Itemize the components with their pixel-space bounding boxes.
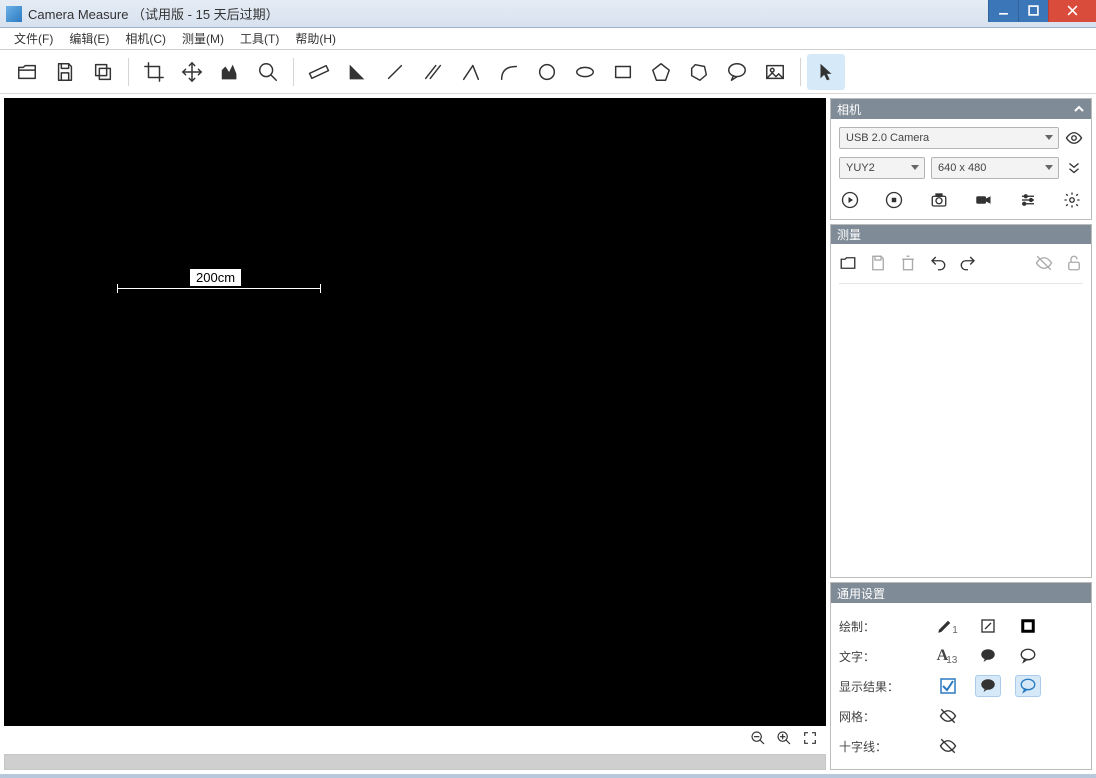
general-panel-header[interactable]: 通用设置 bbox=[831, 583, 1091, 603]
snapshot-button[interactable] bbox=[928, 189, 950, 211]
measure-panel: 测量 bbox=[830, 224, 1092, 578]
window-footer bbox=[0, 774, 1096, 778]
text-bubble-fill-button[interactable] bbox=[975, 645, 1001, 667]
copy-button[interactable] bbox=[84, 54, 122, 90]
polygon-button[interactable] bbox=[680, 54, 718, 90]
menu-help[interactable]: 帮助(H) bbox=[287, 28, 344, 49]
camera-panel: 相机 USB 2.0 Camera YUY2 640 x 480 bbox=[830, 98, 1092, 220]
record-button[interactable] bbox=[972, 189, 994, 211]
sidebar: 相机 USB 2.0 Camera YUY2 640 x 480 bbox=[830, 98, 1092, 770]
window-controls bbox=[988, 0, 1096, 22]
result-bubble-fill-button[interactable] bbox=[975, 675, 1001, 697]
chevron-up-icon bbox=[1073, 103, 1085, 115]
label-show: 显示结果： bbox=[839, 678, 935, 695]
image-button[interactable] bbox=[756, 54, 794, 90]
menu-measure[interactable]: 测量(M) bbox=[174, 28, 232, 49]
zoom-bar bbox=[4, 726, 826, 754]
text-bubble-outline-button[interactable] bbox=[1015, 645, 1041, 667]
measure-redo-button[interactable] bbox=[959, 254, 977, 277]
pentagon-button[interactable] bbox=[642, 54, 680, 90]
zoom-out-button[interactable] bbox=[750, 730, 766, 751]
minimize-button[interactable] bbox=[988, 0, 1018, 22]
result-bubble-outline-button[interactable] bbox=[1015, 675, 1041, 697]
camera-panel-header[interactable]: 相机 bbox=[831, 99, 1091, 119]
grid-visibility-button[interactable] bbox=[935, 705, 961, 727]
measure-panel-header[interactable]: 测量 bbox=[831, 225, 1091, 244]
main-area: 200cm 相机 USB 2.0 Camera YUY2 640 bbox=[0, 94, 1096, 774]
save-button[interactable] bbox=[46, 54, 84, 90]
line-button[interactable] bbox=[376, 54, 414, 90]
general-panel-title: 通用设置 bbox=[837, 585, 885, 602]
menu-bar: 文件(F) 编辑(E) 相机(C) 测量(M) 工具(T) 帮助(H) bbox=[0, 28, 1096, 50]
angle-button[interactable] bbox=[338, 54, 376, 90]
zoom-button[interactable] bbox=[249, 54, 287, 90]
annotation-button[interactable] bbox=[718, 54, 756, 90]
toolbar-separator bbox=[800, 58, 801, 86]
camera-panel-body: USB 2.0 Camera YUY2 640 x 480 bbox=[831, 119, 1091, 219]
camera-format-select[interactable]: YUY2 bbox=[839, 157, 925, 179]
pen-size-button[interactable]: 1 bbox=[935, 615, 961, 637]
parallel-button[interactable] bbox=[414, 54, 452, 90]
menu-file[interactable]: 文件(F) bbox=[6, 28, 61, 49]
arc-button[interactable] bbox=[490, 54, 528, 90]
menu-tools[interactable]: 工具(T) bbox=[232, 28, 287, 49]
pointer-button[interactable] bbox=[807, 54, 845, 90]
move-button[interactable] bbox=[173, 54, 211, 90]
label-draw: 绘制： bbox=[839, 618, 935, 635]
menu-edit[interactable]: 编辑(E) bbox=[61, 28, 117, 49]
zoom-in-button[interactable] bbox=[776, 730, 792, 751]
toolbar-separator bbox=[293, 58, 294, 86]
camera-resolution-select[interactable]: 640 x 480 bbox=[931, 157, 1059, 179]
window-titlebar: Camera Measure （试用版 - 15 天后过期） bbox=[0, 0, 1096, 28]
canvas[interactable]: 200cm bbox=[4, 98, 826, 726]
circle-button[interactable] bbox=[528, 54, 566, 90]
toolbar-separator bbox=[128, 58, 129, 86]
chevron-down-double-icon[interactable] bbox=[1065, 159, 1083, 177]
camera-device-select[interactable]: USB 2.0 Camera bbox=[839, 127, 1059, 149]
measure-list[interactable] bbox=[839, 283, 1083, 427]
ellipse-button[interactable] bbox=[566, 54, 604, 90]
measure-label[interactable]: 200cm bbox=[189, 268, 242, 287]
polyline-button[interactable] bbox=[452, 54, 490, 90]
show-results-checkbox[interactable] bbox=[935, 675, 961, 697]
measure-toolbar bbox=[839, 252, 1083, 283]
canvas-wrap: 200cm bbox=[4, 98, 826, 770]
fullscreen-button[interactable] bbox=[802, 730, 818, 751]
main-toolbar bbox=[0, 50, 1096, 94]
general-panel: 通用设置 绘制： 1 文字： A13 bbox=[830, 582, 1092, 770]
menu-camera[interactable]: 相机(C) bbox=[117, 28, 174, 49]
stop-button[interactable] bbox=[883, 189, 905, 211]
eye-icon[interactable] bbox=[1065, 129, 1083, 147]
play-button[interactable] bbox=[839, 189, 861, 211]
close-button[interactable] bbox=[1048, 0, 1096, 22]
measure-open-button[interactable] bbox=[839, 254, 857, 277]
horizontal-scrollbar[interactable] bbox=[4, 754, 826, 770]
crop-button[interactable] bbox=[135, 54, 173, 90]
label-text: 文字： bbox=[839, 648, 935, 665]
label-cross: 十字线： bbox=[839, 738, 935, 755]
histogram-button[interactable] bbox=[211, 54, 249, 90]
color-swatch-button[interactable] bbox=[1015, 615, 1041, 637]
measure-panel-title: 测量 bbox=[837, 226, 861, 243]
label-grid: 网格： bbox=[839, 708, 935, 725]
settings-button[interactable] bbox=[1061, 189, 1083, 211]
window-title: Camera Measure （试用版 - 15 天后过期） bbox=[28, 4, 988, 23]
measure-save-button[interactable] bbox=[869, 254, 887, 277]
measure-visibility-button[interactable] bbox=[1035, 254, 1053, 277]
crosshair-visibility-button[interactable] bbox=[935, 735, 961, 757]
maximize-button[interactable] bbox=[1018, 0, 1048, 22]
rectangle-button[interactable] bbox=[604, 54, 642, 90]
sliders-button[interactable] bbox=[1017, 189, 1039, 211]
open-button[interactable] bbox=[8, 54, 46, 90]
ruler-button[interactable] bbox=[300, 54, 338, 90]
camera-panel-title: 相机 bbox=[837, 101, 861, 118]
measure-delete-button[interactable] bbox=[899, 254, 917, 277]
edit-style-button[interactable] bbox=[975, 615, 1001, 637]
font-button[interactable]: A13 bbox=[935, 645, 961, 667]
app-logo bbox=[6, 6, 22, 22]
measure-undo-button[interactable] bbox=[929, 254, 947, 277]
measure-lock-button[interactable] bbox=[1065, 254, 1083, 277]
